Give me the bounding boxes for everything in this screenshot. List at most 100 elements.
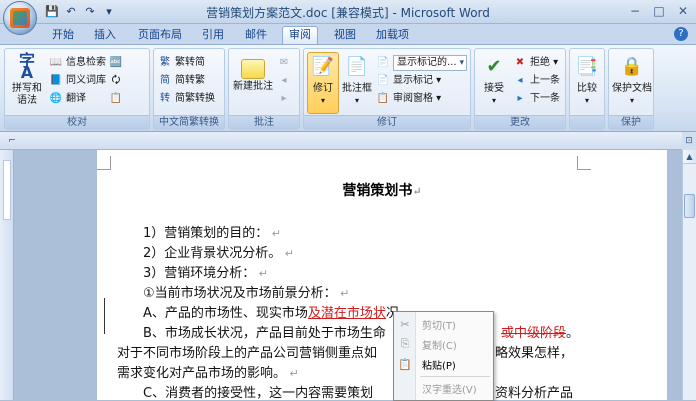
options-icon: 📋: [109, 93, 123, 104]
office-button[interactable]: [3, 1, 37, 35]
chinese-convert-icon: 转: [160, 93, 170, 104]
chinese-convert-button[interactable]: 转 简繁转换: [158, 91, 215, 107]
vertical-ruler-margin: [3, 160, 11, 220]
display-for-review-row: 📄: [376, 55, 393, 71]
show-markup-icon: 📄: [376, 75, 390, 86]
deleted-text: 或中级阶段: [501, 326, 567, 341]
document-page[interactable]: 营销策划书↵ 1）营销策划的目的： ↵ 2）企业背景状况分析。 ↵ 3）营销环境…: [97, 150, 667, 401]
translate-icon: 🌐: [49, 93, 63, 104]
doc-line-d: 需求变化对产品市场的影响。 ↵: [117, 366, 299, 381]
balloons-icon: 📄: [345, 56, 369, 77]
accept-dropdown-icon: ▾: [491, 96, 496, 105]
group-chinese-conversion: 繁 繁转简 简 简转繁 转 简繁转换 中文简繁转换: [153, 48, 225, 130]
traditional-to-simplified-icon: 繁: [160, 57, 170, 68]
doc-line-2: 2）企业背景状况分析。 ↵: [143, 246, 294, 261]
new-comment-button[interactable]: 新建批注: [231, 53, 275, 93]
group-changes: ✔ 接受 ▾ ✖ 拒绝 ▾ ◂ 上一条 ▸ 下一条 更改: [474, 48, 566, 130]
display-for-review-combo[interactable]: 显示标记的...: [393, 55, 467, 71]
tab-mailings[interactable]: 邮件: [245, 27, 267, 44]
view-ruler-icon[interactable]: ⊡: [682, 132, 696, 150]
group-protect: 🔒 保护文档 ▾ 保护: [608, 48, 654, 130]
group-proofing: 字A 拼写和 语法 📖 信息检索 📘 同义词库 🌐 翻译 🔤 🗘 📋 校对: [4, 48, 150, 130]
to-simplified-button[interactable]: 繁 繁转简: [158, 55, 205, 71]
minimize-button[interactable]: −: [626, 3, 644, 19]
compare-button[interactable]: 📑 比较 ▾: [570, 53, 604, 107]
balloons-button[interactable]: 📄 批注框 ▾: [340, 53, 374, 107]
track-changes-button[interactable]: 📝 修订 ▾: [307, 52, 339, 114]
ribbon-tabs: 开始 插入 页面布局 引用 邮件 审阅 视图 加载项 ?: [0, 24, 696, 45]
help-icon[interactable]: ?: [674, 27, 688, 41]
vertical-scrollbar[interactable]: ▲: [682, 150, 696, 400]
tab-stop-selector-icon[interactable]: ⌐: [6, 135, 18, 147]
vertical-ruler[interactable]: [0, 150, 14, 400]
window-controls: − □ ✕: [626, 3, 692, 19]
window-title: 营销策划方案范文.doc [兼容模式] - Microsoft Word: [206, 6, 490, 20]
next-change-icon: ▸: [517, 93, 523, 104]
balloons-dropdown-icon: ▾: [354, 96, 359, 105]
proof-options-button[interactable]: 📋: [109, 91, 126, 107]
tab-addins[interactable]: 加载项: [376, 27, 409, 44]
track-changes-icon: 📝: [311, 56, 335, 77]
language-icon: 🗘: [111, 75, 121, 86]
show-markup-button[interactable]: 📄 显示标记 ▾: [376, 73, 441, 89]
protect-dropdown-icon: ▾: [629, 96, 634, 105]
menu-item-copy[interactable]: ⎘ 复制(C): [394, 334, 493, 354]
delete-comment-button[interactable]: ✉: [277, 55, 294, 71]
group-comments: 新建批注 ✉ ◂ ▸ 批注: [228, 48, 300, 130]
close-button[interactable]: ✕: [674, 3, 692, 19]
previous-change-button[interactable]: ◂ 上一条: [513, 73, 560, 89]
lock-icon: 🔒: [620, 56, 644, 77]
scroll-up-icon[interactable]: ▲: [683, 150, 696, 164]
doc-line-4: ①当前市场状况及市场前景分析： ↵: [143, 286, 350, 301]
word-count-button[interactable]: 🔤: [109, 55, 126, 71]
set-language-button[interactable]: 🗘: [109, 73, 126, 89]
doc-line-b: B、市场成长状况，产品目前处于市场生命: [143, 326, 386, 341]
group-label-chinese: 中文简繁转换: [154, 115, 224, 129]
group-label-changes: 更改: [475, 115, 565, 129]
tab-page-layout[interactable]: 页面布局: [138, 27, 182, 44]
compare-icon: 📑: [575, 56, 599, 77]
menu-item-reconvert[interactable]: 汉字重选(V): [394, 378, 493, 398]
tab-insert[interactable]: 插入: [94, 27, 116, 44]
maximize-button[interactable]: □: [650, 3, 668, 19]
ribbon: 字A 拼写和 语法 📖 信息检索 📘 同义词库 🌐 翻译 🔤 🗘 📋 校对 繁 …: [0, 44, 696, 132]
title-bar: 💾 ↶ ↷ ▾ 营销策划方案范文.doc [兼容模式] - Microsoft …: [0, 0, 696, 24]
research-button[interactable]: 📖 信息检索: [49, 55, 106, 71]
horizontal-ruler[interactable]: ⌐: [0, 132, 682, 150]
group-tracking: 📝 修订 ▾ 📄 批注框 ▾ 📄 显示标记的... 📄 显示标记 ▾ 📋 审阅窗…: [303, 48, 471, 130]
tab-references[interactable]: 引用: [202, 27, 224, 44]
reviewing-pane-icon: 📋: [376, 93, 390, 104]
previous-comment-button[interactable]: ◂: [277, 73, 294, 89]
doc-line-c: 对于不同市场阶段上的产品公司营销侧重点如: [117, 346, 378, 361]
protect-document-button[interactable]: 🔒 保护文档 ▾: [611, 53, 653, 107]
new-comment-icon: [241, 59, 265, 79]
accept-button[interactable]: ✔ 接受 ▾: [477, 53, 511, 107]
track-changes-dropdown-icon: ▾: [320, 96, 325, 105]
menu-item-cut[interactable]: ✂ 剪切(T): [394, 314, 493, 334]
to-traditional-button[interactable]: 简 简转繁: [158, 73, 205, 89]
menu-item-paste[interactable]: 📋 粘贴(P): [394, 354, 493, 374]
tab-review[interactable]: 审阅: [282, 26, 318, 45]
group-label-protect: 保护: [609, 115, 653, 129]
next-comment-button[interactable]: ▸: [277, 91, 294, 107]
scroll-thumb[interactable]: [684, 194, 695, 218]
margin-corner-top-left: [97, 156, 111, 170]
copy-icon: ⎘: [400, 337, 410, 350]
document-title: 营销策划书↵: [342, 183, 422, 199]
cut-icon: ✂: [400, 317, 410, 331]
previous-comment-icon: ◂: [281, 75, 287, 86]
research-icon: 📖: [49, 57, 63, 68]
group-label-proofing: 校对: [5, 115, 149, 129]
tab-home[interactable]: 开始: [52, 27, 74, 44]
thesaurus-button[interactable]: 📘 同义词库: [49, 73, 106, 89]
reject-button[interactable]: ✖ 拒绝 ▾: [513, 55, 558, 71]
menu-separator: [420, 376, 490, 377]
delete-comment-icon: ✉: [279, 57, 289, 68]
group-label-comments: 批注: [229, 115, 299, 129]
next-change-button[interactable]: ▸ 下一条: [513, 91, 560, 107]
spelling-grammar-button[interactable]: 字A 拼写和 语法: [7, 53, 47, 107]
translate-button[interactable]: 🌐 翻译: [49, 91, 86, 107]
tab-view[interactable]: 视图: [334, 27, 356, 44]
reviewing-pane-button[interactable]: 📋 审阅窗格 ▾: [376, 91, 441, 107]
group-label-tracking: 修订: [304, 115, 470, 129]
